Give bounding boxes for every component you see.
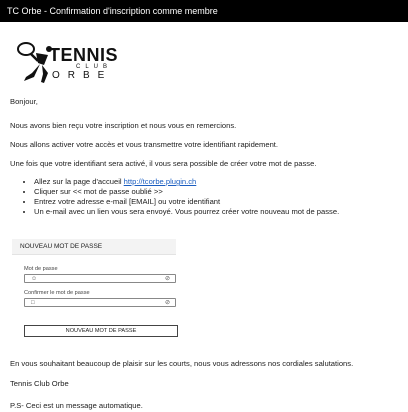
hide-password-icon[interactable]: ⊘ bbox=[165, 275, 170, 283]
confirm-password-field[interactable]: □ ⊘ bbox=[24, 298, 176, 307]
ps-note: P.S- Ceci est un message automatique. bbox=[10, 401, 143, 410]
confirm-password-label: Confirmer le mot de passe bbox=[24, 290, 90, 296]
form-header: NOUVEAU MOT DE PASSE bbox=[12, 239, 176, 255]
signature: Tennis Club Orbe bbox=[10, 379, 69, 388]
body-line-2: Nous allons activer votre accès et vous … bbox=[10, 140, 279, 149]
body-line-1: Nous avons bien reçu votre inscription e… bbox=[10, 121, 237, 130]
instruction-item: Allez sur la page d'accueil http://tcorb… bbox=[34, 177, 339, 187]
instructions-list: Allez sur la page d'accueil http://tcorb… bbox=[10, 177, 339, 217]
tennis-player-icon bbox=[17, 42, 52, 83]
greeting: Bonjour, bbox=[10, 97, 38, 106]
tennis-club-logo: TENNIS CLUB ORBE bbox=[14, 39, 134, 89]
salutation: En vous souhaitant beaucoup de plaisir s… bbox=[10, 359, 354, 368]
instruction-item: Un e-mail avec un lien vous sera envoyé.… bbox=[34, 207, 339, 217]
lock-icon: □ bbox=[31, 300, 35, 306]
user-icon: ☺ bbox=[31, 276, 38, 282]
logo-word-orbe: ORBE bbox=[52, 70, 113, 81]
homepage-link[interactable]: http://tcorbe.plugin.ch bbox=[124, 177, 197, 186]
body-line-3: Une fois que votre identifiant sera acti… bbox=[10, 159, 317, 168]
window-title: TC Orbe - Confirmation d'inscription com… bbox=[0, 0, 408, 22]
instruction-item: Entrez votre adresse e-mail [EMAIL] ou v… bbox=[34, 197, 339, 207]
hide-password-icon[interactable]: ⊘ bbox=[165, 299, 170, 307]
password-label: Mot de passe bbox=[24, 266, 58, 272]
instruction-item: Cliquer sur << mot de passe oublié >> bbox=[34, 187, 339, 197]
new-password-form-preview: NOUVEAU MOT DE PASSE Mot de passe ☺ ⊘ Co… bbox=[12, 239, 178, 340]
new-password-button[interactable]: NOUVEAU MOT DE PASSE bbox=[24, 325, 178, 337]
logo-word-tennis: TENNIS bbox=[49, 45, 119, 65]
password-field[interactable]: ☺ ⊘ bbox=[24, 274, 176, 283]
